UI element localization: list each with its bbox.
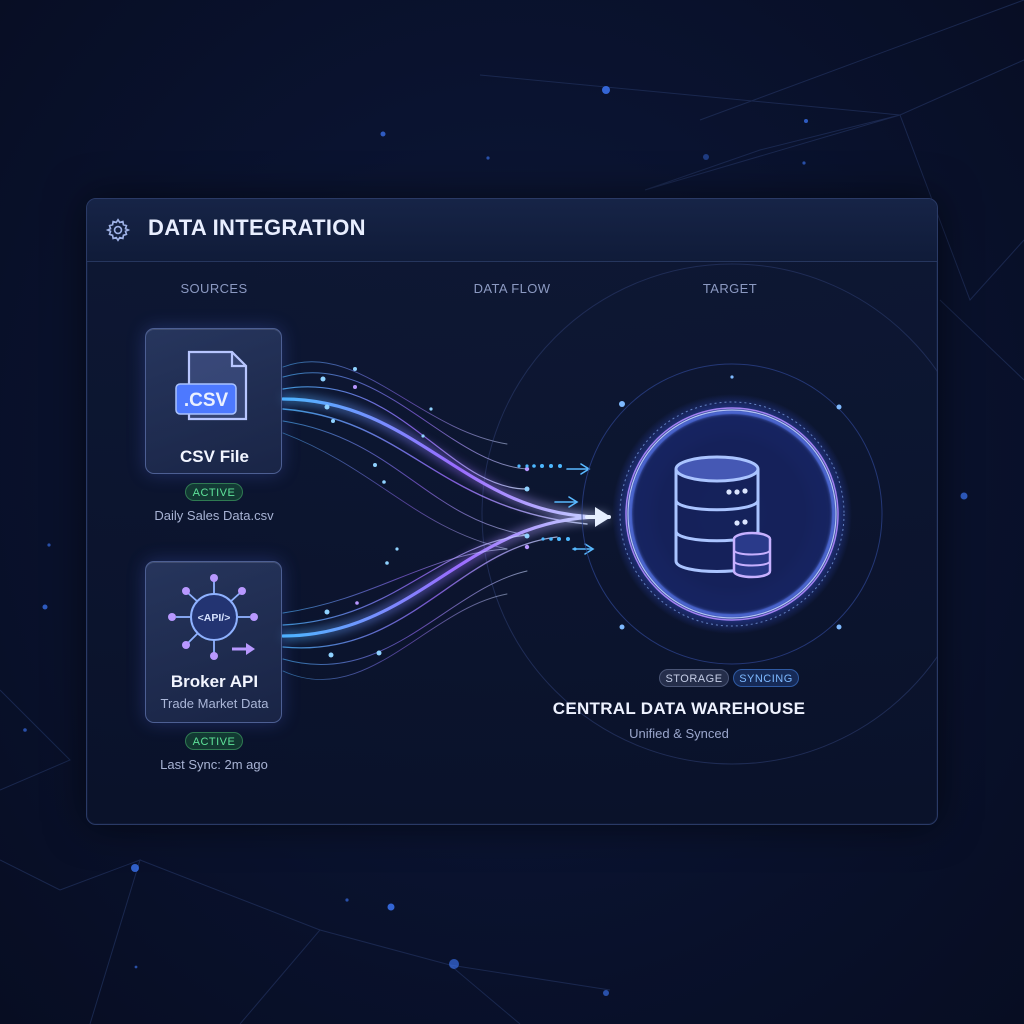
csv-file-icon: .CSV bbox=[175, 350, 248, 421]
target-column-label: TARGET bbox=[702, 281, 758, 296]
csv-status-badge: ACTIVE bbox=[185, 483, 243, 501]
api-sync-caption: Last Sync: 2m ago bbox=[160, 757, 268, 772]
warehouse-title: CENTRAL DATA WAREHOUSE bbox=[552, 699, 806, 718]
api-status-badge: ACTIVE bbox=[185, 732, 243, 750]
csv-source-title: CSV File bbox=[180, 447, 249, 466]
warehouse-subtitle: Unified & Synced bbox=[629, 726, 729, 741]
svg-text:<API/>: <API/> bbox=[198, 612, 231, 624]
panel-header: DATA INTEGRATION bbox=[87, 199, 937, 262]
svg-text:.CSV: .CSV bbox=[184, 390, 229, 411]
storage-badge: STORAGE bbox=[659, 669, 729, 687]
api-network-icon: <API/> bbox=[168, 574, 258, 660]
data-flow-column-label: DATA FLOW bbox=[473, 281, 551, 296]
broker-api-source-card[interactable]: <API/> Broker API Trade Market Data bbox=[145, 561, 282, 723]
csv-source-card[interactable]: .CSV CSV File bbox=[145, 328, 282, 474]
broker-api-title: Broker API bbox=[170, 672, 259, 691]
csv-file-caption: Daily Sales Data.csv bbox=[154, 508, 274, 523]
data-integration-panel: DATA INTEGRATION SOURCES DATA FLOW TARGE… bbox=[86, 198, 938, 825]
gear-icon[interactable] bbox=[105, 217, 131, 243]
broker-api-subtitle: Trade Market Data bbox=[160, 696, 269, 711]
database-icon bbox=[674, 455, 772, 579]
syncing-badge: SYNCING bbox=[733, 669, 799, 687]
sources-column-label: SOURCES bbox=[180, 281, 248, 296]
panel-title: DATA INTEGRATION bbox=[148, 215, 366, 240]
